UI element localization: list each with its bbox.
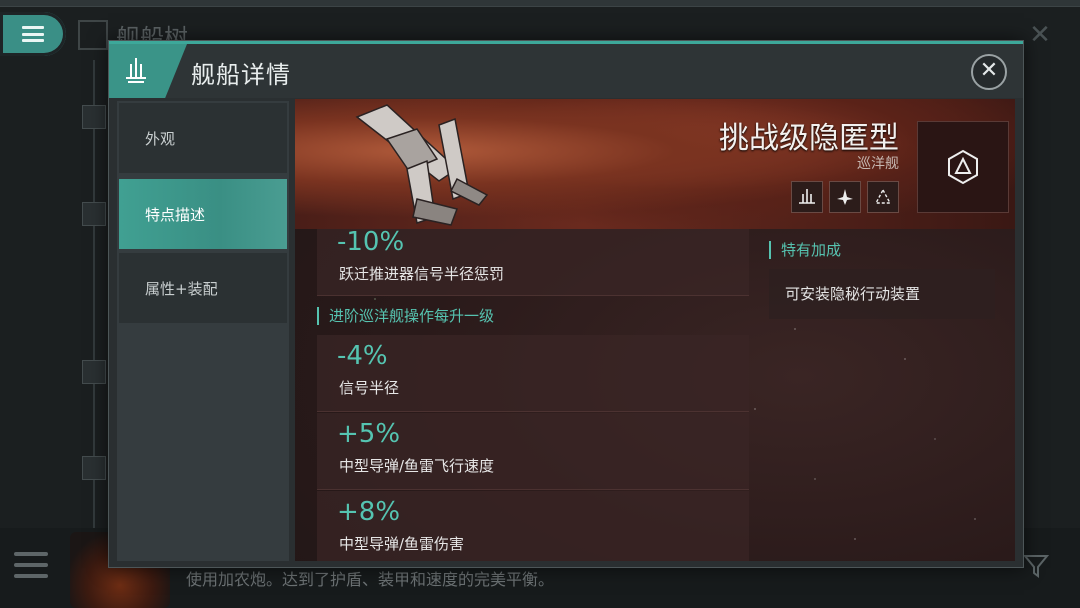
role-icon-3[interactable] — [867, 181, 899, 213]
tab-label: 外观 — [145, 129, 176, 148]
section-heading: 进阶巡洋舰操作每升一级 — [317, 305, 494, 326]
bonus-value: +8% — [337, 497, 401, 527]
tab-attributes-fitting[interactable]: 属性+装配 — [119, 253, 287, 323]
list-item: -4% 信号半径 — [317, 335, 749, 412]
tree-node — [82, 456, 106, 480]
bonus-value: -4% — [337, 341, 388, 371]
close-button[interactable]: ✕ — [971, 54, 1007, 90]
tab-label: 属性+装配 — [145, 279, 218, 298]
list-item: -10% 跃迁推进器信号半径惩罚 — [317, 227, 749, 296]
list-icon[interactable] — [14, 552, 48, 578]
tree-node — [82, 360, 106, 384]
ship-details-icon — [109, 44, 187, 98]
section-title: 进阶巡洋舰操作每升一级 — [329, 307, 495, 325]
special-heading: 特有加成 — [769, 239, 841, 260]
special-title: 特有加成 — [781, 241, 842, 259]
ship-emblem-icon — [917, 121, 1009, 213]
ship-banner: 挑战级隐匿型 巡洋舰 — [295, 99, 1015, 229]
tab-appearance[interactable]: 外观 — [119, 103, 287, 173]
special-item: 可安装隐秘行动装置 — [769, 269, 995, 319]
ship-details-modal: 舰船详情 ✕ 外观 特点描述 属性+装配 挑战级隐匿型 巡洋舰 -10% 跃迁推… — [108, 40, 1024, 568]
tree-node — [82, 105, 106, 129]
main-menu-button[interactable] — [0, 12, 66, 56]
bonus-description: 信号半径 — [339, 379, 400, 397]
tab-label: 特点描述 — [145, 205, 206, 224]
ship-tree-icon — [78, 20, 108, 50]
list-item: +5% 中型导弹/鱼雷飞行速度 — [317, 413, 749, 490]
tree-node — [82, 202, 106, 226]
background-close-icon[interactable]: ✕ — [1026, 22, 1054, 50]
list-item: +8% 中型导弹/鱼雷伤害 — [317, 491, 749, 561]
bonus-description: 跃迁推进器信号半径惩罚 — [339, 265, 505, 283]
bonus-list: -10% 跃迁推进器信号半径惩罚 进阶巡洋舰操作每升一级 -4% 信号半径 +5… — [303, 227, 749, 561]
bottom-description: 使用加农炮。达到了护盾、装甲和速度的完美平衡。 — [186, 570, 555, 589]
bonus-value: -10% — [337, 227, 405, 257]
role-icons — [791, 181, 899, 213]
section-bar — [317, 306, 319, 325]
ship-class: 巡洋舰 — [857, 156, 899, 172]
modal-header: 舰船详情 ✕ — [109, 44, 1023, 98]
role-icon-2[interactable] — [829, 181, 861, 213]
top-bar — [0, 0, 1080, 7]
bonus-description: 中型导弹/鱼雷伤害 — [339, 535, 465, 553]
modal-title: 舰船详情 — [191, 61, 291, 89]
role-icon-1[interactable] — [791, 181, 823, 213]
section-bar — [769, 240, 771, 259]
special-bonus-panel: 特有加成 可安装隐秘行动装置 — [753, 229, 1015, 561]
tab-features[interactable]: 特点描述 — [119, 179, 287, 249]
filter-icon[interactable] — [1022, 552, 1052, 582]
ship-image — [355, 104, 489, 226]
tab-sidebar: 外观 特点描述 属性+装配 — [117, 101, 289, 561]
bonus-value: +5% — [337, 419, 401, 449]
bonus-description: 中型导弹/鱼雷飞行速度 — [339, 457, 495, 475]
content-area: 挑战级隐匿型 巡洋舰 -10% 跃迁推进器信号半径惩罚 进阶巡洋舰操作每升一级 … — [295, 99, 1015, 561]
ship-name: 挑战级隐匿型 — [719, 121, 899, 156]
menu-icon — [22, 26, 44, 42]
